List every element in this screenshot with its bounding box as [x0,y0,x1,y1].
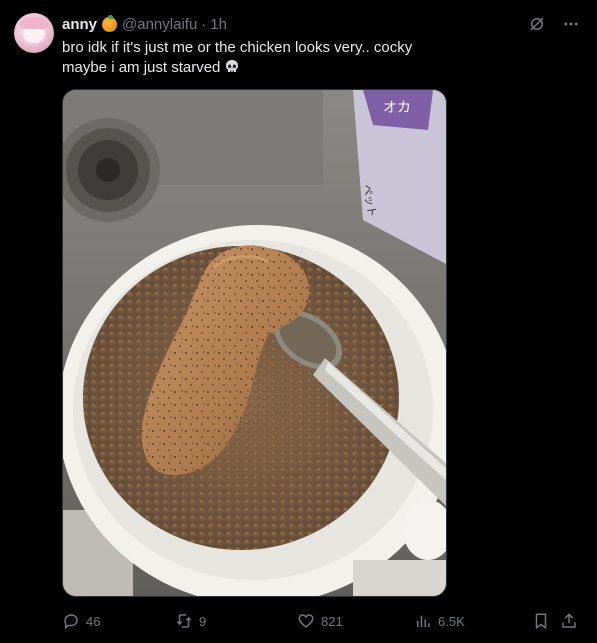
grok-icon[interactable] [527,14,547,34]
tweet-text: bro idk if it's just me or the chicken l… [62,38,562,78]
bookmark-icon [535,613,547,630]
avatar[interactable] [14,13,54,53]
like-button[interactable]: 821 [297,612,343,630]
views-button[interactable]: 6.5K [414,612,465,630]
tweet-photo[interactable]: オカ ペット [62,89,447,597]
package-text: オカ [383,100,411,116]
repost-icon [176,614,192,628]
skull-emoji [226,60,239,72]
orange-badge-icon [102,14,118,32]
author-name[interactable]: anny [62,16,97,33]
more-icon[interactable] [561,14,581,34]
top-actions [527,14,581,34]
reply-icon [64,614,78,630]
tweet-text-line-1: bro idk if it's just me or the chicken l… [62,39,413,56]
tweet-header: anny @annylaifu · 1h [62,14,227,34]
tweet-actions: 46 9 821 6.5K [62,612,582,632]
separator: · [201,15,207,33]
timestamp[interactable]: 1h [210,16,227,33]
reply-button[interactable]: 46 [62,612,100,630]
repost-button[interactable]: 9 [175,612,206,630]
reply-count: 46 [86,613,101,629]
view-count: 6.5K [438,613,465,629]
share-icon [562,613,576,628]
views-icon [417,615,430,627]
repost-count: 9 [199,613,207,629]
like-count: 821 [321,613,343,629]
share-button[interactable] [560,612,578,630]
author-handle[interactable]: @annylaifu [122,16,197,33]
tweet-text-line-2: maybe i am just starved [62,59,221,76]
bookmark-button[interactable] [532,612,550,630]
tweet[interactable]: anny @annylaifu · 1h bro idk if it's jus… [0,0,597,643]
like-icon [298,614,314,628]
